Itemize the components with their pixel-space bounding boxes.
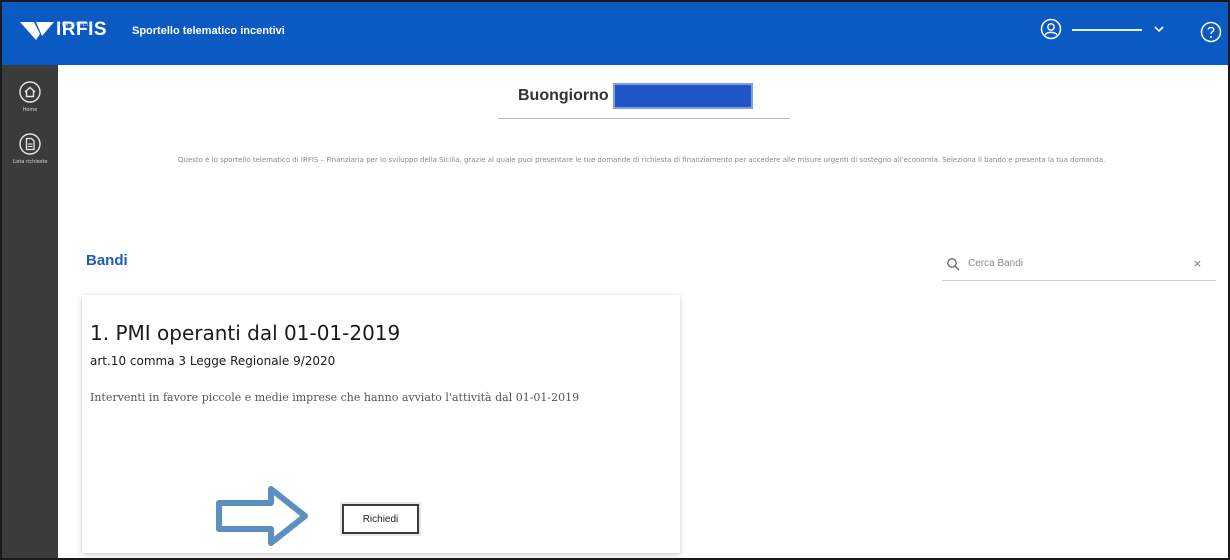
arrow-right-icon — [216, 486, 308, 546]
chevron-down-icon[interactable] — [1152, 22, 1166, 36]
sidebar-item-label: Home — [22, 107, 38, 113]
search-box: × — [942, 247, 1216, 281]
clear-search-icon[interactable]: × — [1193, 257, 1202, 270]
user-name-redacted — [1072, 29, 1142, 31]
sidebar-item-label: Lista richieste — [12, 159, 48, 165]
user-circle-icon — [1040, 18, 1062, 40]
user-name-redacted-box — [612, 83, 753, 109]
sidebar-item-requests[interactable]: Lista richieste — [2, 123, 58, 175]
search-icon — [947, 257, 960, 270]
top-header: IRFIS FINSICILIA Sportello telematico in… — [2, 2, 1228, 65]
greeting-text: Buongiorno — [518, 87, 609, 104]
help-icon[interactable] — [1200, 21, 1222, 43]
bando-description: Interventi in favore piccole e medie imp… — [90, 391, 580, 404]
home-icon — [19, 81, 41, 103]
sidebar-item-home[interactable]: Home — [2, 71, 58, 123]
app-window: IRFIS FINSICILIA Sportello telematico in… — [0, 0, 1230, 560]
section-title: Bandi — [86, 252, 128, 269]
greeting-divider — [498, 118, 790, 119]
bando-card: 1. PMI operanti dal 01-01-2019 art.10 co… — [82, 295, 680, 553]
greeting: Buongiorno — [518, 83, 753, 109]
search-input[interactable] — [968, 258, 1168, 269]
bando-subtitle: art.10 comma 3 Legge Regionale 9/2020 — [90, 354, 336, 368]
logo-mark-icon — [20, 22, 54, 40]
bando-title: 1. PMI operanti dal 01-01-2019 — [90, 321, 401, 345]
request-button[interactable]: Richiedi — [342, 504, 419, 534]
app-title: Sportello telematico incentivi — [132, 25, 285, 37]
user-menu[interactable] — [1040, 18, 1166, 40]
main-content: Buongiorno Questo è lo sportello telemat… — [58, 65, 1228, 558]
sidebar: Home Lista richieste — [2, 65, 58, 558]
logo-subtext: FINSICILIA — [58, 22, 94, 28]
document-icon — [19, 133, 41, 155]
intro-text: Questo è lo sportello telematico di IRFI… — [178, 156, 1106, 164]
